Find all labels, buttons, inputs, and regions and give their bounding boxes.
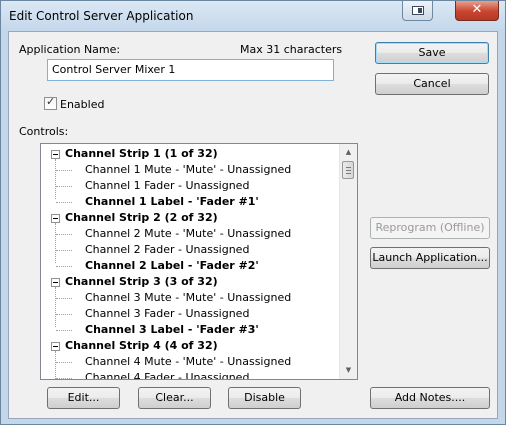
window-title: Edit Control Server Application bbox=[9, 9, 194, 23]
tree-connector bbox=[56, 234, 72, 235]
dialog-client-area: Application Name: Max 31 characters Cont… bbox=[8, 31, 498, 419]
app-name-label: Application Name: bbox=[19, 43, 121, 56]
tree-node-control[interactable]: Channel 3 Fader - Unassigned bbox=[85, 306, 249, 322]
controls-tree-content: Channel Strip 1 (1 of 32) Channel 1 Mute … bbox=[41, 144, 341, 379]
context-help-button[interactable] bbox=[402, 1, 433, 21]
tree-vertical-scrollbar[interactable]: ▲ ▼ bbox=[339, 144, 357, 379]
collapse-toggle-icon[interactable] bbox=[51, 278, 60, 287]
title-bar[interactable]: Edit Control Server Application ✕ bbox=[1, 1, 505, 31]
add-notes-button[interactable]: Add Notes.... bbox=[370, 387, 490, 409]
tree-node-channel-strip[interactable]: Channel Strip 4 (4 of 32) bbox=[65, 338, 218, 354]
max-chars-hint: Max 31 characters bbox=[240, 43, 343, 56]
close-button[interactable]: ✕ bbox=[455, 1, 499, 21]
scroll-down-icon[interactable]: ▼ bbox=[340, 362, 357, 379]
tree-connector bbox=[55, 159, 56, 199]
tree-connector bbox=[56, 298, 72, 299]
scroll-up-icon[interactable]: ▲ bbox=[340, 144, 357, 161]
tree-connector bbox=[56, 202, 72, 203]
tree-node-control[interactable]: Channel 1 Fader - Unassigned bbox=[85, 178, 249, 194]
dialog-window: Edit Control Server Application ✕ Applic… bbox=[0, 0, 506, 425]
tree-connector bbox=[56, 250, 72, 251]
tree-node-channel-strip[interactable]: Channel Strip 2 (2 of 32) bbox=[65, 210, 218, 226]
tree-node-channel-strip[interactable]: Channel Strip 1 (1 of 32) bbox=[65, 146, 218, 162]
tree-node-control[interactable]: Channel 2 Mute - 'Mute' - Unassigned bbox=[85, 226, 291, 242]
tree-connector bbox=[55, 223, 56, 263]
save-button[interactable]: Save bbox=[375, 42, 489, 64]
close-icon: ✕ bbox=[471, 2, 483, 17]
tree-connector bbox=[56, 378, 72, 379]
tree-node-control[interactable]: Channel 1 Mute - 'Mute' - Unassigned bbox=[85, 162, 291, 178]
controls-tree[interactable]: Channel Strip 1 (1 of 32) Channel 1 Mute … bbox=[40, 143, 358, 380]
tree-connector bbox=[56, 330, 72, 331]
controls-label: Controls: bbox=[19, 125, 69, 138]
collapse-toggle-icon[interactable] bbox=[51, 214, 60, 223]
enabled-checkbox[interactable]: ✓ bbox=[44, 95, 57, 110]
tree-node-channel-strip[interactable]: Channel Strip 3 (3 of 32) bbox=[65, 274, 218, 290]
tree-node-control[interactable]: Channel 2 Label - 'Fader #2' bbox=[85, 258, 259, 274]
window-switch-icon bbox=[412, 6, 424, 15]
tree-connector bbox=[55, 287, 56, 327]
checkmark-icon: ✓ bbox=[46, 95, 56, 108]
clear-button[interactable]: Clear... bbox=[138, 387, 211, 409]
launch-application-button[interactable]: Launch Application... bbox=[370, 247, 490, 269]
reprogram-offline-button[interactable]: Reprogram (Offline) bbox=[370, 217, 490, 239]
tree-connector bbox=[56, 362, 72, 363]
enabled-label[interactable]: Enabled bbox=[60, 98, 104, 111]
edit-button[interactable]: Edit... bbox=[47, 387, 120, 409]
tree-node-control[interactable]: Channel 4 Mute - 'Mute' - Unassigned bbox=[85, 354, 291, 370]
app-name-input[interactable]: Control Server Mixer 1 bbox=[47, 59, 334, 81]
tree-node-control[interactable]: Channel 4 Fader - Unassigned bbox=[85, 370, 249, 379]
collapse-toggle-icon[interactable] bbox=[51, 150, 60, 159]
tree-node-control[interactable]: Channel 1 Label - 'Fader #1' bbox=[85, 194, 259, 210]
tree-node-control[interactable]: Channel 2 Fader - Unassigned bbox=[85, 242, 249, 258]
tree-connector bbox=[55, 351, 56, 379]
tree-connector bbox=[56, 266, 72, 267]
tree-node-control[interactable]: Channel 3 Mute - 'Mute' - Unassigned bbox=[85, 290, 291, 306]
collapse-toggle-icon[interactable] bbox=[51, 342, 60, 351]
cancel-button[interactable]: Cancel bbox=[375, 73, 489, 95]
scroll-thumb[interactable] bbox=[342, 161, 354, 179]
tree-connector bbox=[56, 314, 72, 315]
tree-node-control[interactable]: Channel 3 Label - 'Fader #3' bbox=[85, 322, 259, 338]
tree-connector bbox=[56, 186, 72, 187]
tree-connector bbox=[56, 170, 72, 171]
disable-button[interactable]: Disable bbox=[228, 387, 301, 409]
